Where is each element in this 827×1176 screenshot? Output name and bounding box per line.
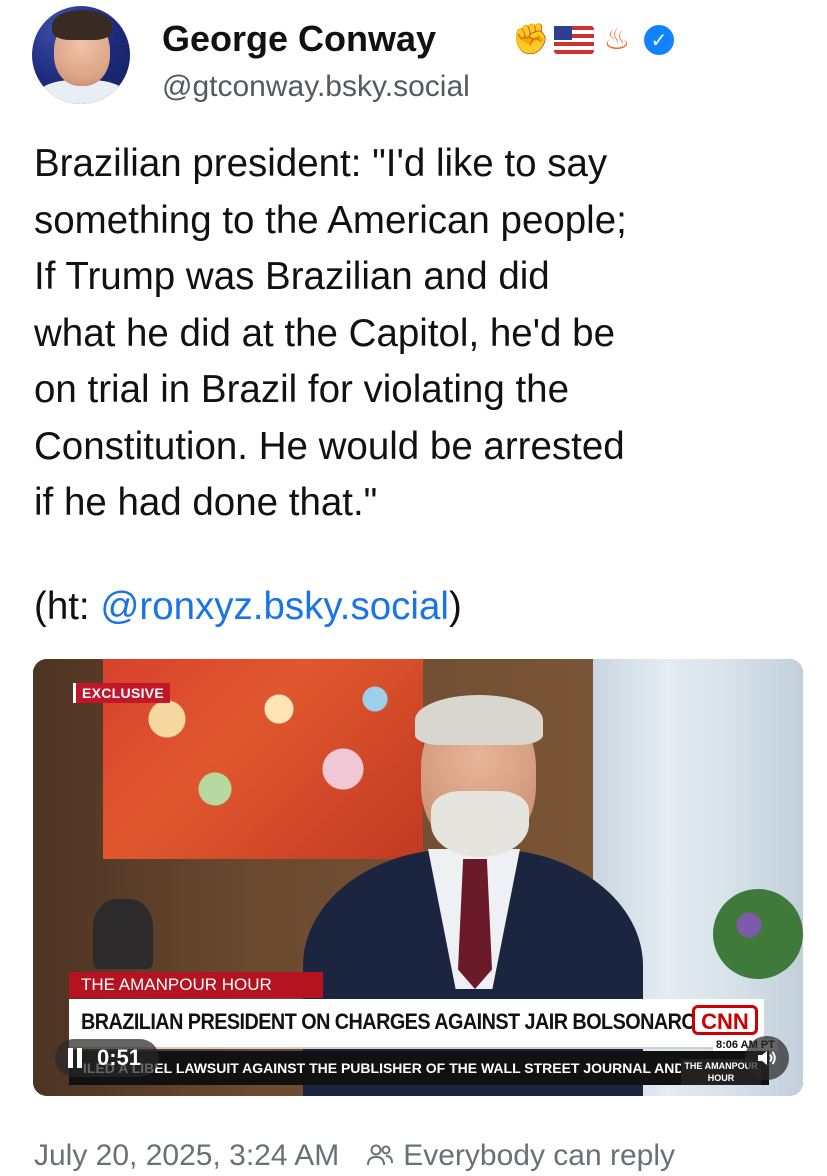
author-name[interactable]: George Conway [162, 18, 436, 60]
post-timestamp[interactable]: July 20, 2025, 3:24 AM [34, 1139, 339, 1173]
avatar-hair [52, 10, 112, 40]
ht-prefix: (ht: [34, 585, 101, 628]
chyron-headline: BRAZILIAN PRESIDENT ON CHARGES AGAINST J… [81, 1009, 697, 1034]
reply-setting[interactable]: Everybody can reply [365, 1139, 675, 1173]
playback-control[interactable]: 0:51 [55, 1039, 160, 1077]
exclusive-tag: EXCLUSIVE [73, 683, 171, 703]
video-background-lamp [93, 899, 153, 969]
hat-tip-line: (ht: @ronxyz.bsky.social) [34, 585, 462, 629]
people-icon [367, 1144, 394, 1166]
us-flag-icon [554, 26, 594, 54]
chyron: BRAZILIAN PRESIDENT ON CHARGES AGAINST J… [69, 999, 764, 1049]
fist-icon: ✊ [512, 23, 550, 56]
time-remaining: 0:51 [97, 1045, 142, 1070]
post-header: George Conway ✊ ♨ ✓ @gtconway.bsky.socia… [32, 6, 802, 116]
video-player[interactable]: EXCLUSIVE THE AMANPOUR HOUR BRAZILIAN PR… [33, 659, 803, 1096]
video-background-plant [713, 889, 803, 979]
avatar[interactable] [32, 6, 130, 104]
ht-suffix: ) [448, 585, 462, 628]
speaker-tie [458, 859, 492, 989]
speaker-volume-icon [758, 1051, 776, 1065]
author-handle[interactable]: @gtconway.bsky.social [162, 70, 470, 104]
ticker-text: ILED A LIBEL LAWSUIT AGAINST THE PUBLISH… [83, 1060, 685, 1076]
cnn-logo: CNN [692, 1005, 758, 1035]
pause-icon[interactable] [67, 1048, 83, 1068]
speaker-hair [415, 695, 543, 745]
mention-link[interactable]: @ronxyz.bsky.social [100, 585, 449, 628]
verified-check-icon[interactable]: ✓ [644, 25, 674, 55]
post-body-text: Brazilian president: "I'd like to say so… [34, 142, 627, 524]
author-badges: ✊ ♨ ✓ [512, 20, 674, 60]
post-footer: July 20, 2025, 3:24 AM Everybody can rep… [34, 1136, 675, 1176]
reply-setting-label: Everybody can reply [403, 1139, 676, 1172]
volume-button[interactable] [745, 1036, 789, 1080]
news-ticker: ILED A LIBEL LAWSUIT AGAINST THE PUBLISH… [69, 1051, 769, 1085]
speaker-beard [431, 791, 529, 857]
show-name-tag: THE AMANPOUR HOUR [69, 972, 323, 998]
fire-icon: ♨ [603, 23, 631, 56]
